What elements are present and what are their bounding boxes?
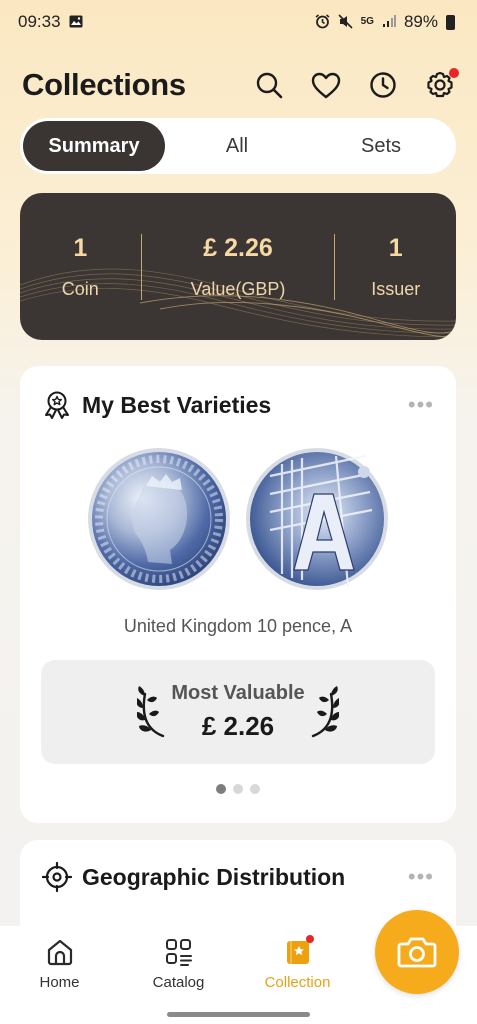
home-icon [44, 936, 76, 968]
notification-dot [449, 68, 459, 78]
nav-home[interactable]: Home [0, 936, 119, 991]
stat-issuers-value: 1 [388, 233, 403, 262]
heart-icon [311, 72, 341, 98]
nav-collection[interactable]: Collection [238, 935, 357, 991]
signal-icon [382, 14, 396, 30]
catalog-icon [163, 936, 195, 968]
status-time: 09:33 [18, 12, 61, 31]
nav-home-label: Home [39, 974, 80, 991]
stat-coins-label: Coin [61, 278, 99, 299]
mute-icon [338, 13, 353, 31]
more-options-icon[interactable]: ••• [408, 394, 434, 416]
coin-name: United Kingdom 10 pence, A [123, 616, 353, 636]
settings-button[interactable] [425, 68, 459, 100]
stat-coins: 1 Coin [20, 234, 141, 300]
laurel-right-icon [311, 686, 339, 738]
carousel-dot[interactable] [250, 784, 260, 794]
stat-issuers: 1 Issuer [335, 234, 456, 300]
battery-percent: 89% [403, 12, 438, 31]
target-icon [42, 862, 72, 892]
network-type: 5G [360, 16, 374, 27]
carousel-dot[interactable] [216, 784, 226, 794]
tab-summary[interactable]: Summary [23, 121, 165, 171]
most-valuable-value: £ 2.26 [201, 711, 275, 741]
best-varieties-card: My Best Varieties ••• United Kingdom 10 … [20, 366, 456, 823]
search-icon [256, 72, 283, 99]
nav-catalog-label: Catalog [152, 974, 205, 991]
scan-coin-button[interactable] [375, 910, 459, 994]
gallery-icon [69, 15, 83, 30]
history-button[interactable] [368, 70, 398, 100]
most-valuable-box: Most Valuable £ 2.26 [41, 660, 435, 764]
coin-obverse [88, 448, 230, 590]
stat-value-amount: £ 2.26 [203, 233, 273, 262]
tab-all[interactable]: All [165, 121, 309, 171]
nav-catalog[interactable]: Catalog [119, 936, 238, 991]
nav-collection-label: Collection [264, 974, 331, 991]
collection-tabs: Summary All Sets [20, 118, 456, 174]
page-title: Collections [22, 67, 186, 102]
collection-badge [305, 935, 314, 943]
alarm-icon [315, 13, 330, 31]
header-actions [254, 68, 459, 100]
stat-value: £ 2.26 Value(GBP) [142, 234, 335, 300]
clock-icon [370, 72, 396, 98]
stats-card: 1 Coin £ 2.26 Value(GBP) 1 Issuer [20, 193, 456, 340]
status-bar: 09:33 5G 89% [0, 0, 477, 44]
carousel-dot[interactable] [233, 784, 243, 794]
stat-issuers-label: Issuer [371, 278, 421, 299]
coin-reverse [246, 448, 388, 590]
header: Collections [22, 60, 459, 110]
coin-images[interactable] [86, 446, 390, 592]
camera-icon [397, 937, 437, 968]
collection-icon [282, 935, 314, 968]
carousel-indicator [20, 784, 456, 794]
tab-sets[interactable]: Sets [309, 121, 453, 171]
battery-icon [446, 14, 455, 30]
geographic-distribution-header: Geographic Distribution ••• [42, 860, 434, 894]
more-options-icon[interactable]: ••• [408, 866, 434, 888]
most-valuable-label: Most Valuable [171, 682, 305, 704]
best-varieties-title: My Best Varieties [82, 391, 272, 418]
best-varieties-header: My Best Varieties ••• [42, 388, 434, 422]
award-icon [45, 391, 69, 419]
geographic-distribution-title: Geographic Distribution [82, 863, 346, 890]
stat-coins-value: 1 [73, 233, 88, 262]
search-button[interactable] [254, 70, 284, 100]
favorites-button[interactable] [311, 70, 341, 100]
stat-value-label: Value(GBP) [190, 278, 286, 299]
home-indicator[interactable] [167, 1012, 310, 1017]
